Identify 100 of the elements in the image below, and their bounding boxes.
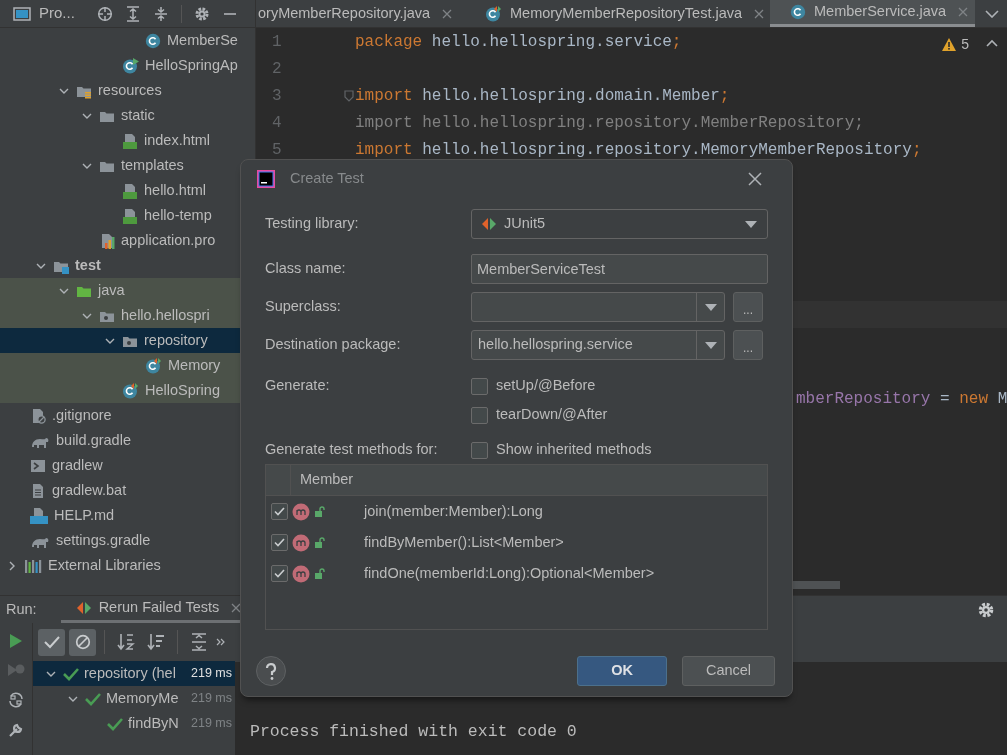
chevron-down-icon[interactable] [105,337,115,344]
browse-button[interactable]: ... [733,330,763,360]
unlock-icon [314,567,326,580]
warning-indicator[interactable]: 5 [942,34,969,55]
chevron-up-icon[interactable] [986,39,998,47]
editor-tab[interactable]: MemoryMemberRepositoryTest.java [465,0,770,27]
checkbox[interactable] [271,503,288,520]
chevron-right-icon[interactable] [9,560,15,571]
test-result-row[interactable]: repository (hel 219 ms [33,661,235,686]
sort-alphabetic-icon[interactable] [117,633,135,651]
more-icon[interactable] [216,638,226,646]
close-icon[interactable] [754,8,765,19]
filter-toggle[interactable] [38,628,65,656]
settings-icon[interactable] [977,600,995,619]
dropdown-arrow-icon [745,220,757,228]
chevron-down-icon[interactable] [36,262,46,269]
checkbox[interactable] [471,406,488,424]
scrollbar-thumb[interactable] [793,581,840,589]
toggle-auto-test-icon[interactable] [8,691,24,709]
window-icon [13,5,31,22]
browse-button[interactable]: ... [733,292,763,322]
chevron-down-icon[interactable] [59,287,69,294]
option-checkbox[interactable]: tearDown/@After [471,404,608,426]
check-icon [63,666,79,681]
filter-toggle[interactable] [69,628,96,656]
option-checkbox[interactable]: Show inherited methods [471,439,652,461]
project-tree-item[interactable]: MemberSe [0,28,255,53]
project-tree-item[interactable]: gradlew [0,453,255,478]
chevron-down-icon[interactable] [68,695,78,702]
project-tree-item[interactable]: HelloSpringAp [0,53,255,78]
chevron-down-icon[interactable] [985,9,999,18]
checkbox[interactable] [271,565,288,582]
checkbox[interactable] [471,377,488,395]
test-result-row[interactable]: findByN 219 ms [33,711,235,736]
method-row[interactable]: findByMember():List<Member> [266,527,767,558]
project-tree-item[interactable]: External Libraries [0,553,255,578]
project-tree-item[interactable]: hello-temp [0,203,255,228]
chevron-down-icon[interactable] [82,112,92,119]
project-tree-item[interactable]: hello.html [0,178,255,203]
chevron-down-icon[interactable] [82,312,92,319]
markdown-file-icon [30,507,48,524]
properties-file-icon [99,232,115,249]
method-icon [292,564,310,583]
project-tree-item[interactable]: gradlew.bat [0,478,255,503]
expand-all-icon[interactable] [124,5,141,22]
chevron-down-icon[interactable] [59,87,69,94]
help-icon[interactable] [256,655,286,686]
checkbox[interactable] [471,441,488,459]
field-label: Class name: [265,259,347,279]
project-tree-item[interactable]: application.pro [0,228,255,253]
project-tree-item[interactable]: build.gradle [0,428,255,453]
line-number: 4 [272,112,283,134]
app-logo-icon [257,169,275,188]
close-icon[interactable] [748,171,762,186]
project-tree-item[interactable]: settings.gradle [0,528,255,553]
wrench-icon[interactable] [8,722,24,738]
checkbox[interactable] [271,534,288,551]
project-tree-item[interactable]: static [0,103,255,128]
chevron-down-icon[interactable] [46,670,56,677]
locate-icon[interactable] [96,5,113,22]
project-tree-item[interactable]: test [0,253,255,278]
tree-item-label: External Libraries [48,555,161,575]
console-output: Process finished with exit code 0 [250,722,577,741]
settings-icon[interactable] [193,5,210,22]
expand-all-icon[interactable] [190,633,208,651]
collapse-all-icon[interactable] [152,5,169,22]
project-tree-item[interactable]: templates [0,153,255,178]
test-name: repository (hel [84,663,177,683]
package-dropdown[interactable]: hello.hellospring.service [471,330,725,360]
test-duration: 219 ms [191,690,233,708]
library-dropdown[interactable]: JUnit5 [471,209,768,239]
ok-button[interactable]: OK [577,655,667,686]
class-name-field[interactable]: MemberServiceTest [471,254,768,284]
field-label: Superclass: [265,297,342,317]
test-result-row[interactable]: MemoryMe 219 ms [33,686,235,711]
tree-item-label: index.html [144,130,211,150]
run-icon[interactable] [9,633,23,649]
sort-duration-icon[interactable] [147,633,165,651]
code-line: import hello.hellospring.repository.MemoryMemberRepository; [355,139,922,161]
editor-tab[interactable]: oryMemberRepository.java [256,0,465,27]
class-icon [790,4,806,20]
cancel-button[interactable]: Cancel [682,655,775,686]
method-row[interactable]: findOne(memberId:Long):Optional<Member> [266,558,767,589]
test-name: findByN [128,713,180,733]
close-icon[interactable] [231,603,242,613]
project-tree-item[interactable]: .gitignore [0,403,255,428]
fold-marker-icon[interactable] [344,89,354,102]
project-tree-item[interactable]: HELP.md [0,503,255,528]
option-checkbox[interactable]: setUp/@Before [471,375,596,397]
editor-tab[interactable]: MemberService.java [770,0,975,27]
runnable-class-icon [122,57,139,74]
close-icon[interactable] [442,8,453,19]
tree-item-label: application.pro [121,230,216,250]
method-row[interactable]: join(member:Member):Long [266,496,767,527]
chevron-down-icon[interactable] [82,162,92,169]
method-signature: findByMember():List<Member> [364,532,564,552]
project-tree-item[interactable]: resources [0,78,255,103]
tree-item-label: .gitignore [52,405,112,425]
project-tree-item[interactable]: index.html [0,128,255,153]
field-label: Testing library: [265,214,360,234]
